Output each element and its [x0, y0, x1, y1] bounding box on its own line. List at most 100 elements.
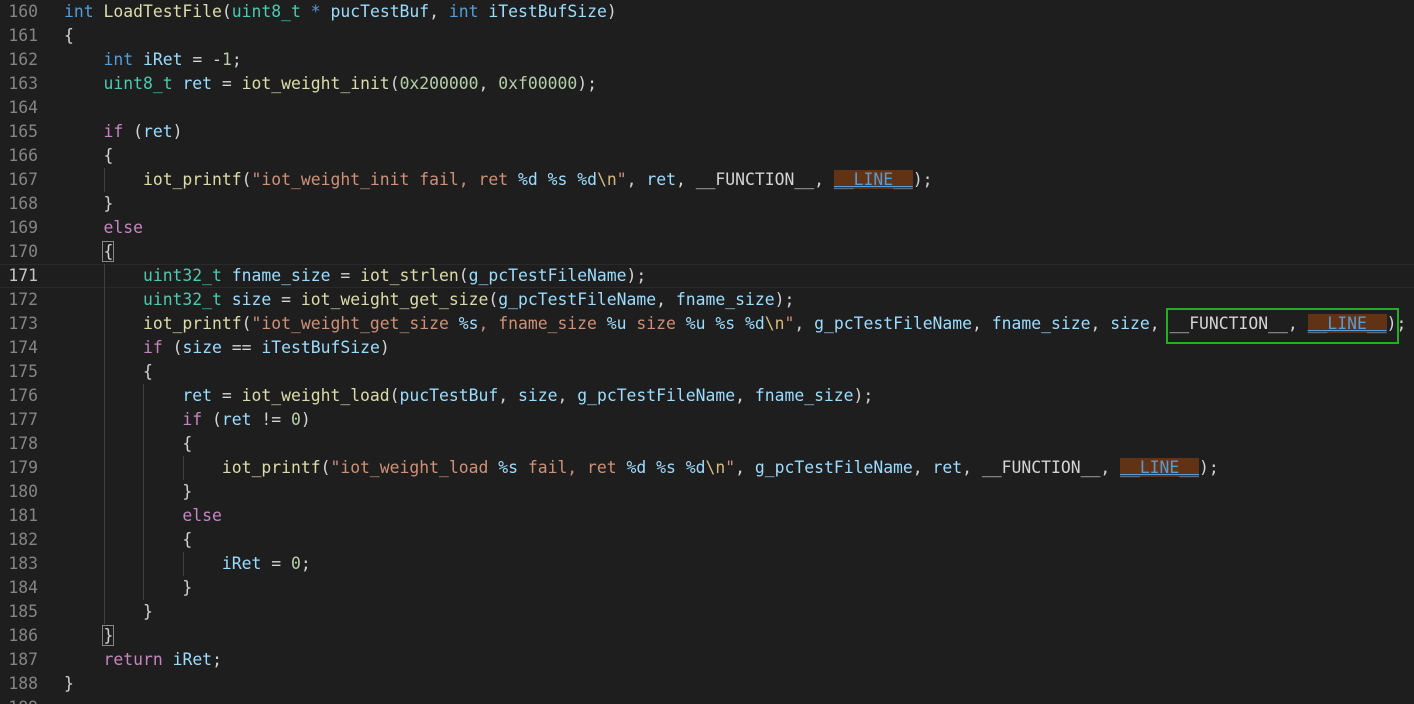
line-number: 178	[8, 434, 38, 453]
code-token: }	[64, 674, 74, 693]
code-token: LoadTestFile	[103, 2, 222, 21]
line-number: 186	[8, 626, 38, 645]
code-line[interactable]: 180 }	[0, 480, 1414, 504]
code-token: =	[271, 290, 301, 309]
code-text: {	[64, 240, 115, 264]
code-token: fname_size	[991, 314, 1091, 333]
indent-guide	[103, 264, 105, 624]
code-token: );	[774, 290, 795, 309]
code-line[interactable]: 189	[0, 696, 1414, 704]
code-token: return	[103, 650, 163, 669]
code-line[interactable]: 160 int LoadTestFile(uint8_t * pucTestBuf…	[0, 0, 1414, 24]
line-number: 168	[8, 194, 38, 213]
code-token: ret	[221, 410, 252, 429]
code-token: =	[330, 266, 361, 285]
code-line[interactable]: 188}	[0, 672, 1414, 696]
code-line[interactable]: 178 {	[0, 432, 1414, 456]
code-token: ,	[1100, 458, 1121, 477]
code-token: int	[448, 2, 479, 21]
code-line[interactable]: 164	[0, 96, 1414, 120]
code-token: "iot_weight_init fail, ret	[251, 170, 518, 189]
code-text: }	[64, 192, 113, 216]
code-line[interactable]: 171 uint32_t fname_size = iot_strlen(g_p…	[0, 264, 1414, 288]
code-token: ,	[814, 170, 834, 189]
code-line[interactable]: 181 else	[0, 504, 1414, 528]
code-line[interactable]: 175 {	[0, 360, 1414, 384]
code-text: {	[64, 360, 153, 384]
code-line[interactable]: 182 {	[0, 528, 1414, 552]
code-line[interactable]: 172 uint32_t size = iot_weight_get_size(…	[0, 288, 1414, 312]
code-token: ret	[646, 170, 676, 189]
code-token: "iot_weight_get_size	[251, 314, 459, 333]
code-text: iot_printf("iot_weight_init fail, ret %d…	[64, 168, 933, 192]
code-token: );	[912, 170, 933, 189]
code-token: size	[626, 314, 686, 333]
code-token: 0xf00000	[498, 74, 578, 93]
code-token: iTestBufSize	[488, 2, 607, 21]
code-token: );	[1386, 314, 1407, 333]
code-line[interactable]: 176 ret = iot_weight_load(pucTestBuf, si…	[0, 384, 1414, 408]
code-token: %d	[745, 314, 765, 333]
code-token: (	[488, 290, 499, 309]
line-number: 160	[8, 2, 38, 21]
code-line[interactable]: 173 iot_printf("iot_weight_get_size %s, …	[0, 312, 1414, 336]
code-line[interactable]: 177 if (ret != 0)	[0, 408, 1414, 432]
code-line[interactable]: 187 return iRet;	[0, 648, 1414, 672]
code-token: uint32_t	[142, 290, 222, 309]
code-line[interactable]: 167 iot_printf("iot_weight_init fail, re…	[0, 168, 1414, 192]
code-line[interactable]: 161 {	[0, 24, 1414, 48]
code-token: =	[212, 386, 242, 405]
code-token: __LINE__	[1307, 314, 1387, 333]
code-token: ,	[429, 2, 449, 21]
code-line[interactable]: 165 if (ret)	[0, 120, 1414, 144]
code-line[interactable]: 166 {	[0, 144, 1414, 168]
code-token: ,	[972, 314, 992, 333]
code-token: g_pcTestFileName	[577, 386, 736, 405]
code-line[interactable]: 162 int iRet = -1;	[0, 48, 1414, 72]
code-line[interactable]: 186 }	[0, 624, 1414, 648]
code-token: {	[102, 241, 115, 262]
code-editor[interactable]: 160 int LoadTestFile(uint8_t * pucTestBuf…	[0, 0, 1414, 704]
code-text: }	[64, 600, 153, 624]
line-number: 172	[8, 290, 38, 309]
code-line[interactable]: 184 }	[0, 576, 1414, 600]
code-token: (	[123, 122, 143, 141]
code-token: fname_size	[675, 290, 775, 309]
code-token: ,	[794, 314, 815, 333]
code-line[interactable]: 168 }	[0, 192, 1414, 216]
line-number: 177	[8, 410, 38, 429]
code-line[interactable]: 170 {	[0, 240, 1414, 264]
code-token: %u	[606, 314, 627, 333]
code-token: ,	[557, 386, 578, 405]
code-token: );	[626, 266, 647, 285]
code-text: ret = iot_weight_load(pucTestBuf, size, …	[64, 384, 873, 408]
code-token: (	[458, 266, 469, 285]
code-token: (	[162, 338, 183, 357]
code-line[interactable]: 185 }	[0, 600, 1414, 624]
code-token: iRet	[142, 50, 183, 69]
code-line[interactable]: 179 iot_printf("iot_weight_load %s fail,…	[0, 456, 1414, 480]
code-token: );	[853, 386, 874, 405]
code-line[interactable]: 169 else	[0, 216, 1414, 240]
code-line[interactable]: 174 if (size == iTestBufSize)	[0, 336, 1414, 360]
code-text: int LoadTestFile(uint8_t * pucTestBuf, i…	[64, 0, 617, 24]
code-line[interactable]: 163 uint8_t ret = iot_weight_init(0x2000…	[0, 72, 1414, 96]
code-token: =	[261, 554, 291, 573]
code-token: ret	[182, 386, 213, 405]
code-line[interactable]: 183 iRet = 0;	[0, 552, 1414, 576]
code-token: iot_printf	[142, 314, 242, 333]
code-token: iot_printf	[221, 458, 321, 477]
code-token: }	[64, 194, 114, 213]
line-number: 180	[8, 482, 38, 501]
code-token: fail, ret	[517, 458, 627, 477]
